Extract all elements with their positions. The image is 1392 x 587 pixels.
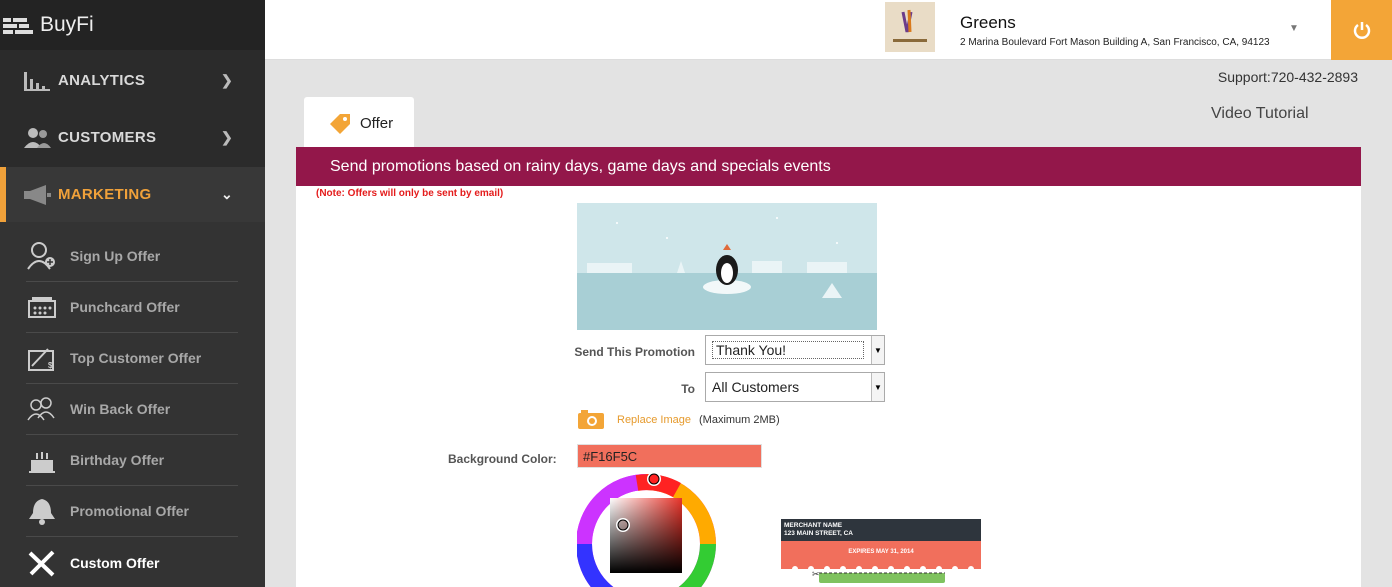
menu-customers[interactable]: CUSTOMERS ❯ bbox=[0, 110, 265, 165]
menu-customers-label: CUSTOMERS bbox=[58, 129, 157, 146]
promotion-banner: Send promotions based on rainy days, gam… bbox=[296, 147, 1361, 186]
tab-offer[interactable]: Offer bbox=[304, 97, 414, 149]
menu-analytics-label: ANALYTICS bbox=[58, 72, 146, 89]
megaphone-icon bbox=[24, 184, 51, 205]
card-body: EXPIRES MAY 31, 2014 bbox=[781, 541, 981, 563]
menu-marketing[interactable]: MARKETING ⌄ bbox=[0, 167, 265, 222]
replace-image-link[interactable]: Replace Image bbox=[617, 414, 691, 426]
cake-icon bbox=[29, 452, 55, 473]
sidebar: BuyFi ANALYTICS ❯ CUSTOMERS ❯ MARKETING … bbox=[0, 0, 265, 587]
card-header: MERCHANT NAME 123 MAIN STREET, CA bbox=[781, 519, 981, 541]
logout-button[interactable] bbox=[1331, 0, 1392, 60]
background-color-input[interactable]: #F16F5C bbox=[577, 444, 762, 468]
submenu-label: Birthday Offer bbox=[70, 452, 165, 468]
to-select[interactable]: All Customers ▼ bbox=[705, 372, 885, 402]
submenu-birthday-offer[interactable]: Birthday Offer bbox=[26, 435, 238, 486]
merchant-address: 2 Marina Boulevard Fort Mason Building A… bbox=[960, 37, 1270, 48]
card-preview: MERCHANT NAME 123 MAIN STREET, CA EXPIRE… bbox=[781, 519, 981, 587]
card-expires: EXPIRES MAY 31, 2014 bbox=[848, 549, 914, 555]
merchant-logo[interactable] bbox=[885, 2, 935, 52]
max-size-note: (Maximum 2MB) bbox=[699, 414, 780, 426]
camera-icon[interactable] bbox=[577, 410, 605, 430]
card-street: 123 MAIN STREET, CA bbox=[784, 530, 853, 537]
submenu-top-customer-offer[interactable]: $ Top Customer Offer bbox=[26, 333, 238, 384]
merchant-dropdown-icon[interactable]: ▼ bbox=[1289, 23, 1299, 34]
send-promotion-label: Send This Promotion bbox=[574, 345, 695, 359]
brand-logo[interactable]: BuyFi bbox=[0, 0, 265, 50]
dropdown-arrow-icon: ▼ bbox=[871, 373, 884, 401]
bar-chart-icon bbox=[24, 71, 50, 91]
to-label: To bbox=[681, 382, 695, 396]
promotion-image bbox=[577, 203, 877, 330]
buyfi-logo-icon bbox=[3, 18, 33, 34]
user-add-icon bbox=[27, 242, 55, 270]
color-picker-wheel[interactable] bbox=[577, 472, 717, 587]
card-perforation: ✂ bbox=[781, 563, 981, 583]
email-note: (Note: Offers will only be sent by email… bbox=[316, 188, 504, 199]
submenu-custom-offer[interactable]: Custom Offer bbox=[26, 537, 238, 587]
submenu-label: Win Back Offer bbox=[70, 401, 171, 417]
tag-icon bbox=[330, 114, 350, 134]
users-icon bbox=[24, 127, 51, 148]
submenu-sign-up-offer[interactable]: Sign Up Offer bbox=[26, 231, 238, 282]
submenu-label: Sign Up Offer bbox=[70, 248, 161, 264]
replace-image-row: Replace Image (Maximum 2MB) bbox=[577, 410, 780, 430]
tab-offer-label: Offer bbox=[360, 114, 394, 132]
submenu-label: Punchcard Offer bbox=[70, 299, 180, 315]
punchcard-icon bbox=[28, 297, 56, 318]
bell-icon bbox=[29, 499, 55, 525]
menu-marketing-label: MARKETING bbox=[58, 186, 152, 203]
top-bar: Greens 2 Marina Boulevard Fort Mason Bui… bbox=[265, 0, 1392, 60]
submenu-win-back-offer[interactable]: Win Back Offer bbox=[26, 384, 238, 435]
banner-text: Send promotions based on rainy days, gam… bbox=[330, 157, 831, 175]
group-icon bbox=[27, 397, 55, 421]
to-value: All Customers bbox=[712, 379, 800, 395]
submenu-punchcard-offer[interactable]: Punchcard Offer bbox=[26, 282, 238, 333]
submenu-promotional-offer[interactable]: Promotional Offer bbox=[26, 486, 238, 537]
chevron-down-icon: ⌄ bbox=[220, 186, 233, 202]
chevron-right-icon: ❯ bbox=[220, 72, 233, 88]
merchant-name: Greens bbox=[960, 13, 1016, 32]
menu-analytics[interactable]: ANALYTICS ❯ bbox=[0, 53, 265, 108]
background-color-label: Background Color: bbox=[448, 452, 557, 466]
svg-text:$: $ bbox=[48, 361, 53, 370]
send-promotion-select[interactable]: Thank You! ▼ bbox=[705, 335, 885, 365]
svg-text:✂: ✂ bbox=[812, 569, 820, 579]
merchant-logo-icon bbox=[893, 9, 927, 42]
submenu-label: Top Customer Offer bbox=[70, 350, 202, 366]
send-promotion-value: Thank You! bbox=[712, 341, 864, 359]
chevron-right-icon: ❯ bbox=[220, 129, 233, 145]
video-tutorial-link[interactable]: Video Tutorial bbox=[1211, 105, 1309, 123]
certificate-icon: $ bbox=[28, 348, 54, 371]
dropdown-arrow-icon: ▼ bbox=[871, 336, 884, 364]
offer-panel: Send promotions based on rainy days, gam… bbox=[296, 147, 1361, 587]
submenu-label: Promotional Offer bbox=[70, 503, 190, 519]
power-icon bbox=[1353, 22, 1370, 39]
brand-name: BuyFi bbox=[40, 13, 94, 36]
support-phone: Support:720-432-2893 bbox=[1217, 69, 1358, 85]
tools-icon bbox=[28, 550, 55, 576]
submenu-label: Custom Offer bbox=[70, 554, 160, 571]
card-merchant-name: MERCHANT NAME bbox=[784, 522, 843, 529]
